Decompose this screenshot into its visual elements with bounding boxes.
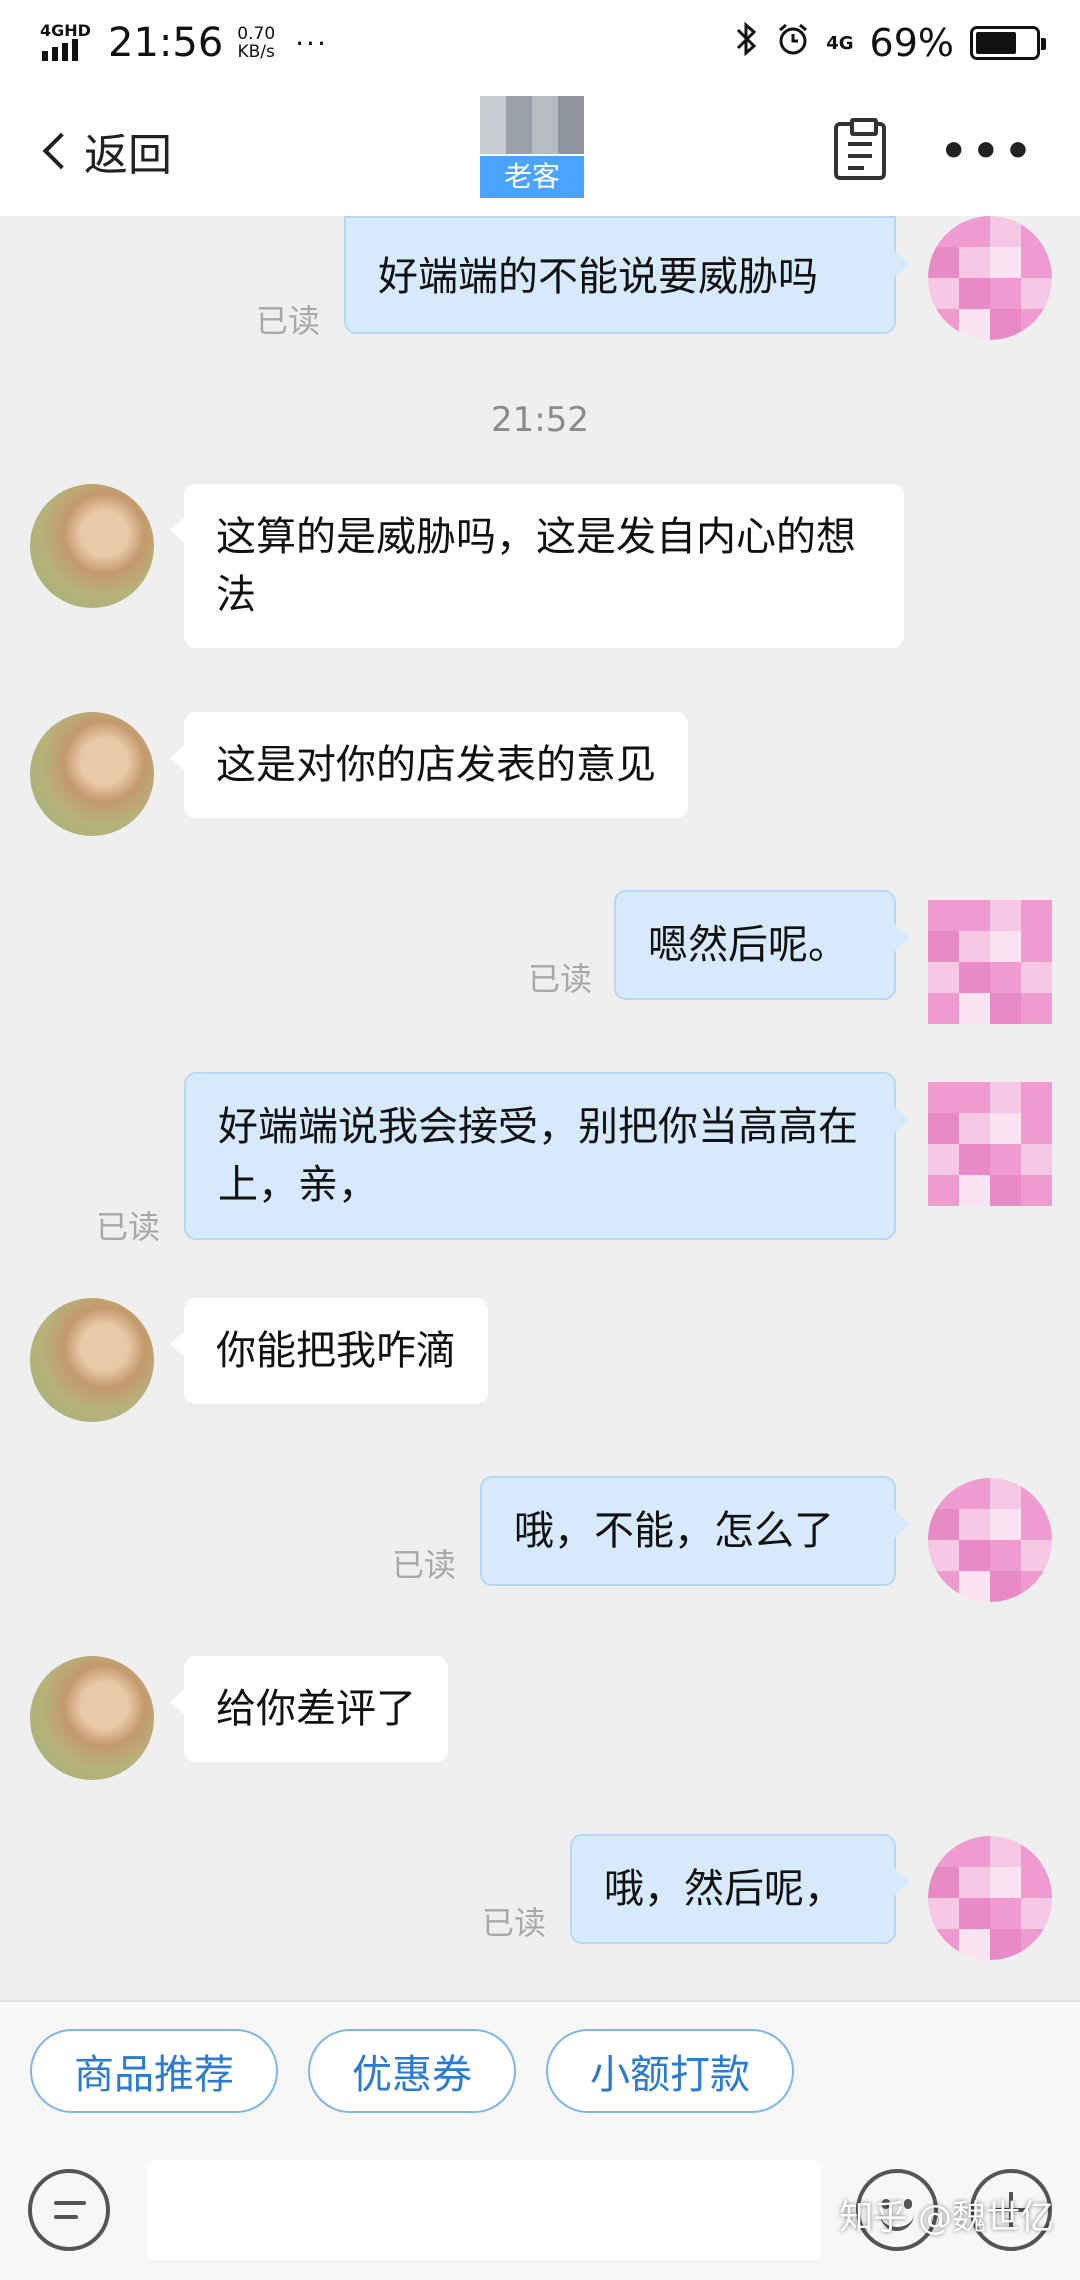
status-time: 21:56 [108,20,224,66]
read-receipt: 已读 [482,1904,547,1942]
nav-bar: 返回 老客 ••• [0,86,1080,216]
alarm-icon [776,22,810,64]
customer-tag: 老客 [480,156,584,198]
quick-actions-bar: 商品推荐 优惠券 小额打款 [0,2000,1080,2140]
battery-percent: 69% [869,21,954,65]
my-avatar [928,216,1052,340]
chat-area[interactable]: 已读 好端端的不能说要威胁吗 21:52 这算的是威胁吗，这是发自内心的想法 这… [0,216,1080,2000]
watermark: 知乎 @魏世亿 [839,2198,1054,2238]
message-bubble-incoming[interactable]: 你能把我咋滴 [170,1298,488,1404]
network-speed: 0.70 KB/s [237,25,275,61]
message-bubble-outgoing[interactable]: 嗯然后呢。 [614,890,910,1000]
read-receipt: 已读 [392,1546,457,1584]
speed-value: 0.70 [237,24,276,44]
read-receipt: 已读 [96,1208,161,1246]
clipboard-icon[interactable] [833,118,886,180]
back-label: 返回 [84,130,172,181]
message-input[interactable] [146,2160,822,2260]
speed-unit: KB/s [237,42,275,62]
message-bubble-outgoing[interactable]: 哦，然后呢， [570,1834,910,1944]
status-bar: 4GHD 21:56 0.70 KB/s ··· 4G 69% [0,0,1080,86]
more-notifications-icon: ··· [295,26,328,60]
voice-icon[interactable] [28,2169,110,2251]
battery-icon [970,26,1046,60]
read-receipt: 已读 [256,302,321,340]
message-bubble-outgoing[interactable]: 哦，不能，怎么了 [480,1476,910,1586]
small-payment-button[interactable]: 小额打款 [546,2029,794,2113]
contact-avatar[interactable] [30,1298,154,1422]
contact-avatar[interactable] [30,1656,154,1780]
contact-header[interactable]: 老客 [480,96,584,206]
my-avatar [928,1082,1052,1206]
message-timestamp: 21:52 [491,400,589,440]
message-bubble-incoming[interactable]: 这是对你的店发表的意见 [170,712,688,818]
contact-avatar[interactable] [30,712,154,836]
message-bubble-outgoing[interactable]: 好端端说我会接受，别把你当高高在上，亲， [184,1072,910,1240]
message-bubble-incoming[interactable]: 给你差评了 [170,1656,448,1762]
coupon-button[interactable]: 优惠券 [308,2029,516,2113]
network-type: 4GHD [40,21,91,40]
signal-icon: 4GHD [40,23,94,63]
my-avatar [928,900,1052,1024]
more-options-icon[interactable]: ••• [940,126,1036,177]
my-avatar [928,1836,1052,1960]
back-button[interactable]: 返回 [36,119,172,183]
contact-avatar[interactable] [30,484,154,608]
read-receipt: 已读 [528,960,593,998]
network-type-right: 4G [826,32,854,54]
my-avatar [928,1478,1052,1602]
message-bubble-incoming[interactable]: 这算的是威胁吗，这是发自内心的想法 [170,484,904,648]
product-recommend-button[interactable]: 商品推荐 [30,2029,278,2113]
bluetooth-icon [734,21,760,65]
contact-avatar [480,96,584,154]
chevron-left-icon [42,132,80,170]
message-bubble-outgoing[interactable]: 好端端的不能说要威胁吗 [344,216,910,334]
